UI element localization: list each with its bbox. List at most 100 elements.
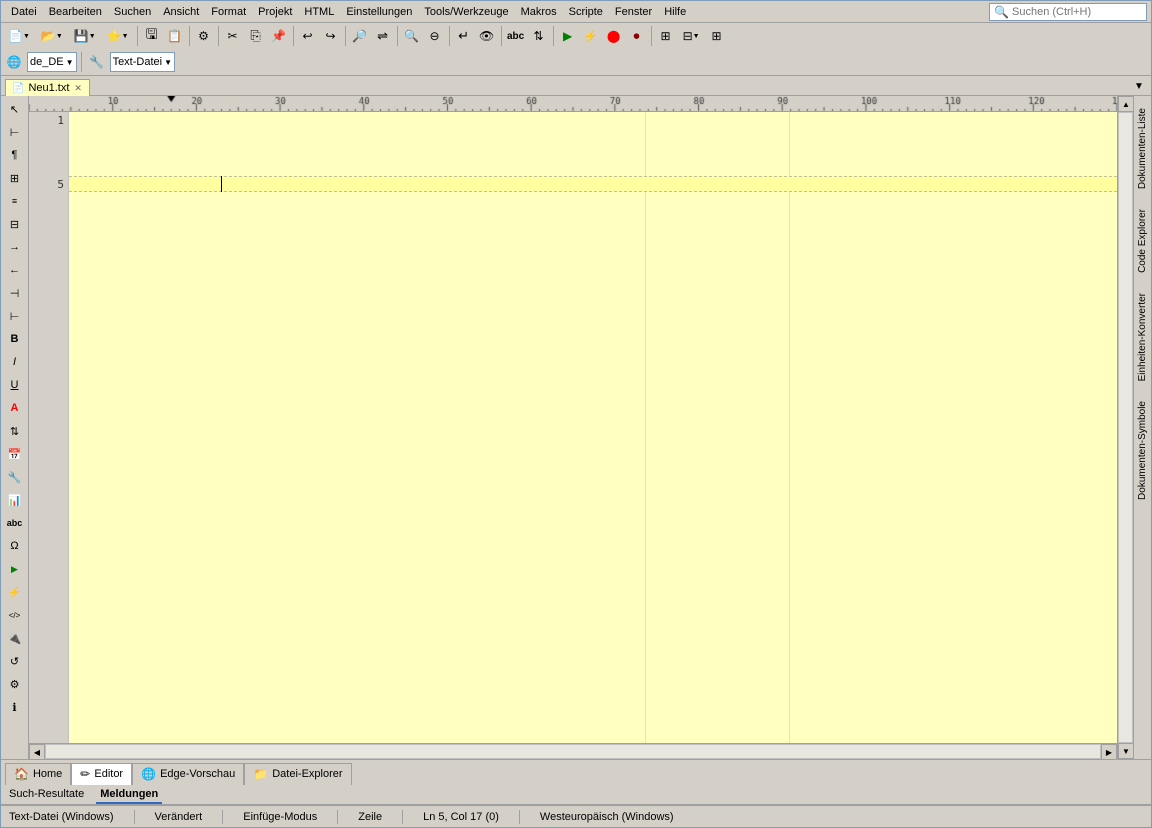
lt-html-btn[interactable]: </> bbox=[4, 604, 26, 626]
lt-outdent-btn[interactable]: ← bbox=[4, 259, 26, 281]
new-button[interactable]: 📄 ▼ bbox=[3, 25, 35, 47]
bottom-tab-edge[interactable]: 🌐 Edge-Vorschau bbox=[132, 763, 244, 785]
lt-align-left-btn[interactable]: ⊣ bbox=[4, 282, 26, 304]
tab-scroll-down-btn[interactable]: ▼ bbox=[1131, 79, 1147, 95]
scroll-up-btn[interactable]: ▲ bbox=[1118, 96, 1134, 112]
cut-btn[interactable]: ✂ bbox=[222, 25, 244, 47]
settings-btn[interactable]: ⚙ bbox=[193, 25, 215, 47]
lang-dropdown-value: de_DE bbox=[30, 56, 64, 68]
lt-color-btn[interactable]: A bbox=[4, 397, 26, 419]
scrollbar-v: ▲ ▼ bbox=[1117, 96, 1133, 759]
lt-chart-btn[interactable]: 📊 bbox=[4, 489, 26, 511]
replace-btn[interactable]: ⇌ bbox=[372, 25, 394, 47]
scroll-left-btn[interactable]: ◀ bbox=[29, 744, 45, 759]
lt-script-btn[interactable]: ⚡ bbox=[4, 581, 26, 603]
debug-btn[interactable]: ⚡ bbox=[580, 25, 602, 47]
copy-file-btn[interactable]: 📋 bbox=[164, 25, 186, 47]
menu-fenster[interactable]: Fenster bbox=[609, 5, 658, 19]
lt-col-btn[interactable]: ⊢ bbox=[4, 121, 26, 143]
lt-bold-btn[interactable]: B bbox=[4, 328, 26, 350]
document-tab[interactable]: 📄 Neu1.txt ✕ bbox=[5, 79, 90, 96]
table2-btn[interactable]: ⊞ bbox=[655, 25, 677, 47]
run-btn[interactable]: ▶ bbox=[557, 25, 579, 47]
sidebar-tab-dokumentensymbole[interactable]: Dokumenten-Symbole bbox=[1134, 392, 1151, 509]
lt-run-btn[interactable]: ▶ bbox=[4, 558, 26, 580]
sep10 bbox=[651, 26, 652, 46]
panel-tab-meldungen[interactable]: Meldungen bbox=[96, 785, 162, 804]
spell-btn[interactable]: abc bbox=[505, 25, 527, 47]
lt-spell-btn[interactable]: abc bbox=[4, 512, 26, 534]
bookmark-arrow: ▼ bbox=[122, 33, 129, 40]
lt-indent-btn[interactable]: → bbox=[4, 236, 26, 258]
panel-tab-suchresultate[interactable]: Such-Resultate bbox=[5, 785, 88, 804]
lt-bold-icon: B bbox=[11, 333, 19, 345]
bottom-tab-explorer[interactable]: 📁 Datei-Explorer bbox=[244, 763, 351, 785]
sort-btn[interactable]: ⇅ bbox=[528, 25, 550, 47]
scroll-track-v[interactable] bbox=[1118, 112, 1133, 743]
sidebar-tab-einheitenkonverter[interactable]: Einheiten-Konverter bbox=[1134, 284, 1151, 390]
bottom-tab-home[interactable]: 🏠 Home bbox=[5, 763, 71, 785]
preview-btn[interactable]: 👁 bbox=[476, 25, 498, 47]
lt-omega-btn[interactable]: Ω bbox=[4, 535, 26, 557]
open-button[interactable]: 📂 ▼ bbox=[36, 25, 68, 47]
menu-einstellungen[interactable]: Einstellungen bbox=[340, 5, 418, 19]
lt-plugin-btn[interactable]: 🔌 bbox=[4, 627, 26, 649]
bottom-tab-editor[interactable]: ✏ Editor bbox=[71, 763, 132, 785]
menu-scripte[interactable]: Scripte bbox=[563, 5, 609, 19]
zoom-in-btn[interactable]: 🔍 bbox=[401, 25, 423, 47]
save-file-btn[interactable]: 🖫 bbox=[141, 25, 163, 47]
lt-numlist-btn[interactable]: ⊟ bbox=[4, 213, 26, 235]
menu-html[interactable]: HTML bbox=[298, 5, 340, 19]
lt-refresh-btn[interactable]: ↺ bbox=[4, 650, 26, 672]
scroll-track-h[interactable] bbox=[45, 744, 1101, 759]
lt-sort-btn[interactable]: ⇅ bbox=[4, 420, 26, 442]
stop-btn[interactable]: ⬤ bbox=[603, 25, 625, 47]
scroll-down-btn[interactable]: ▼ bbox=[1118, 743, 1134, 759]
lt-list-btn[interactable]: ≡ bbox=[4, 190, 26, 212]
undo-btn[interactable]: ↩ bbox=[297, 25, 319, 47]
grid-btn[interactable]: ⊞ bbox=[706, 25, 728, 47]
wrap-btn[interactable]: ↵ bbox=[453, 25, 475, 47]
lt-date-btn[interactable]: 📅 bbox=[4, 443, 26, 465]
zoom-out-btn[interactable]: ⊖ bbox=[424, 25, 446, 47]
record-btn[interactable]: ⏺ bbox=[626, 25, 648, 47]
search-box[interactable]: 🔍 bbox=[989, 3, 1147, 21]
find-btn[interactable]: 🔎 bbox=[349, 25, 371, 47]
copy-btn[interactable]: ⎘ bbox=[245, 25, 267, 47]
new-icon: 📄 bbox=[8, 29, 23, 43]
lt-tools2-btn[interactable]: 🔧 bbox=[4, 466, 26, 488]
filetype-dropdown[interactable]: Text-Datei ▼ bbox=[110, 52, 175, 72]
redo-btn[interactable]: ↪ bbox=[320, 25, 342, 47]
save-btn-group[interactable]: 💾 ▼ bbox=[69, 25, 101, 47]
text-editor[interactable] bbox=[69, 112, 1117, 743]
lt-para-btn[interactable]: ¶ bbox=[4, 144, 26, 166]
bookmark-btn[interactable]: ⭐ ▼ bbox=[102, 25, 134, 47]
menu-projekt[interactable]: Projekt bbox=[252, 5, 298, 19]
lt-config-btn[interactable]: ⚙ bbox=[4, 673, 26, 695]
menu-bearbeiten[interactable]: Bearbeiten bbox=[43, 5, 108, 19]
menu-ansicht[interactable]: Ansicht bbox=[157, 5, 205, 19]
search-input[interactable] bbox=[1012, 6, 1142, 18]
menu-datei[interactable]: Datei bbox=[5, 5, 43, 19]
lt-info-btn[interactable]: ℹ bbox=[4, 696, 26, 718]
menu-tools[interactable]: Tools/Werkzeuge bbox=[418, 5, 514, 19]
menu-format[interactable]: Format bbox=[205, 5, 252, 19]
status-sep5 bbox=[519, 810, 520, 824]
lt-align-right-btn[interactable]: ⊢ bbox=[4, 305, 26, 327]
menu-hilfe[interactable]: Hilfe bbox=[658, 5, 692, 19]
menu-suchen[interactable]: Suchen bbox=[108, 5, 157, 19]
sidebar-tab-codeexplorer[interactable]: Code Explorer bbox=[1134, 200, 1151, 282]
lt-table-btn[interactable]: ⊞ bbox=[4, 167, 26, 189]
lt-italic-btn[interactable]: I bbox=[4, 351, 26, 373]
doc-tab-close[interactable]: ✕ bbox=[73, 83, 83, 94]
filetype-dropdown-value: Text-Datei bbox=[113, 56, 163, 68]
paste-btn[interactable]: 📌 bbox=[268, 25, 290, 47]
scroll-right-btn[interactable]: ▶ bbox=[1101, 744, 1117, 759]
table3-btn[interactable]: ⊟ ▼ bbox=[678, 25, 705, 47]
lang-dropdown[interactable]: de_DE ▼ bbox=[27, 52, 77, 72]
bookmark-icon: ⭐ bbox=[107, 29, 122, 43]
sidebar-tab-dokumentenliste[interactable]: Dokumenten-Liste bbox=[1134, 99, 1151, 198]
lt-underline-btn[interactable]: U bbox=[4, 374, 26, 396]
menu-makros[interactable]: Makros bbox=[515, 5, 563, 19]
lt-arrow-btn[interactable]: ↖ bbox=[4, 98, 26, 120]
